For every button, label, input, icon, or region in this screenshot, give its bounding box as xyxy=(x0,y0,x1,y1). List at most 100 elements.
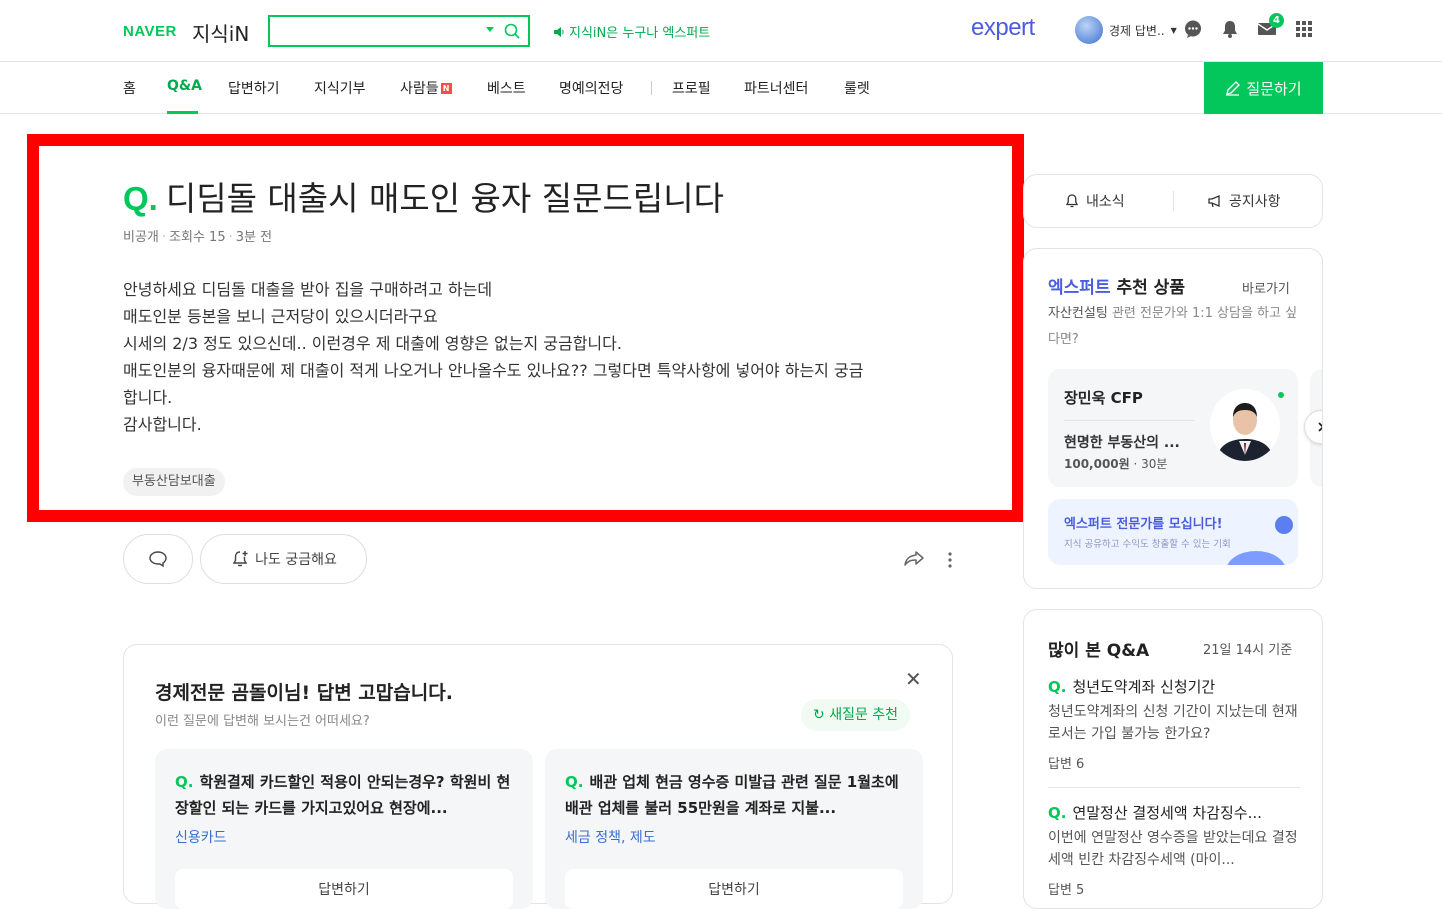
recommend-subtitle: 이런 질문에 답변해 보시는건 어떠세요? xyxy=(155,714,370,729)
online-indicator xyxy=(1278,392,1284,398)
naver-logo[interactable]: NAVER xyxy=(123,23,177,40)
speaker-icon xyxy=(554,26,564,37)
recommend-question: Q. 배관 업체 현금 영수증 미발급 관련 질문 1월초에 배관 업체를 불러 … xyxy=(565,769,905,821)
comment-button[interactable] xyxy=(123,534,193,584)
bell-plus-icon xyxy=(232,551,248,567)
chat-icon[interactable] xyxy=(1183,19,1203,39)
expert-heading-blue: 엑스퍼트 xyxy=(1048,278,1111,298)
ask-question-label: 질문하기 xyxy=(1246,79,1302,98)
expert-product-price: 100,000원 · 30분 xyxy=(1064,457,1168,471)
refresh-recommend-button[interactable]: ↻ 새질문 추천 xyxy=(801,699,911,731)
recommend-question-card[interactable]: Q. 학원결제 카드할인 적용이 안되는경우? 학원비 현장할인 되는 카드를 가… xyxy=(155,749,533,909)
popular-item[interactable]: Q. 연말정산 결정세액 차감징수... 이번에 연말정산 영수증을 받았는데요 … xyxy=(1048,802,1300,898)
refresh-label: 새질문 추천 xyxy=(829,707,899,723)
popular-answer-count: 답변 6 xyxy=(1048,757,1085,772)
popular-question: Q. 청년도약계좌 신청기간 xyxy=(1048,676,1300,697)
notice-label: 공지사항 xyxy=(1229,194,1281,210)
nav-answer[interactable]: 답변하기 xyxy=(228,78,280,98)
comment-icon xyxy=(149,551,167,568)
avatar xyxy=(1075,16,1103,44)
chevron-down-icon: ▼ xyxy=(1170,25,1177,35)
q-mark: Q. xyxy=(565,773,584,791)
answer-button[interactable]: 답변하기 xyxy=(175,869,513,909)
nav-hall-of-fame[interactable]: 명예의전당 xyxy=(559,78,623,98)
expert-desc: 자산컨설팅 관련 전문가와 1:1 상담을 하고 싶다면? xyxy=(1048,301,1300,353)
highlight-box xyxy=(27,134,1024,522)
nav-qna[interactable]: Q&A xyxy=(167,78,202,94)
nav-home[interactable]: 홈 xyxy=(123,78,136,98)
recommend-question-card[interactable]: Q. 배관 업체 현금 영수증 미발급 관련 질문 1월초에 배관 업체를 불러 … xyxy=(545,749,923,909)
popular-desc: 이번에 연말정산 영수증을 받았는데요 결정세액 빈칸 차감징수세액 (마이..… xyxy=(1048,830,1298,868)
expert-heading: 엑스퍼트 추천 상품 xyxy=(1048,273,1185,298)
expert-product-card[interactable]: 장민욱 CFP 현명한 부동산의 ... 100,000원 · 30분 xyxy=(1048,369,1298,487)
notice-button[interactable]: 공지사항 xyxy=(1207,191,1281,211)
toolbar-icons: 4 xyxy=(1183,13,1314,39)
answer-button[interactable]: 답변하기 xyxy=(565,869,903,909)
divider xyxy=(1173,191,1174,211)
divider xyxy=(1048,787,1300,788)
expert-product-title: 현명한 부동산의 ... xyxy=(1064,435,1180,451)
more-icon[interactable] xyxy=(945,550,955,570)
expert-recommend-box: 엑스퍼트 추천 상품 바로가기 자산컨설팅 관련 전문가와 1:1 상담을 하고… xyxy=(1023,248,1323,589)
mail-button[interactable]: 4 xyxy=(1257,13,1284,39)
pencil-icon xyxy=(1226,80,1241,96)
next-button[interactable] xyxy=(1304,410,1322,444)
popular-answer-count: 답변 5 xyxy=(1048,883,1085,898)
mail-count-badge: 4 xyxy=(1269,13,1284,28)
recommend-card: 경제전문 곰돌이님! 답변 고맙습니다. 이런 질문에 답변해 보시는건 어떠세… xyxy=(123,644,953,909)
decorative-ball xyxy=(1275,516,1293,534)
recommend-category[interactable]: 신용카드 xyxy=(175,827,227,847)
recommend-question-text: 학원결제 카드할인 적용이 안되는경우? 학원비 현장할인 되는 카드를 가지고… xyxy=(175,773,511,817)
megaphone-icon xyxy=(1208,195,1220,208)
popular-title: 많이 본 Q&A xyxy=(1048,641,1150,661)
divider xyxy=(1064,420,1194,421)
nav-donate[interactable]: 지식기부 xyxy=(314,78,366,98)
bell-icon xyxy=(1065,194,1079,208)
nav-roulette[interactable]: 룰렛 xyxy=(844,78,870,98)
popular-qna-box: 많이 본 Q&A 21일 14시 기준 Q. 청년도약계좌 신청기간 청년도약계좌… xyxy=(1023,609,1323,909)
main-nav: 홈 Q&A 답변하기 지식기부 사람들 N 베스트 명예의전당 프로필 파트너센터… xyxy=(0,62,1442,114)
nav-best[interactable]: 베스트 xyxy=(487,78,526,98)
q-mark: Q. xyxy=(1048,804,1067,822)
recruit-subtitle: 지식 공유하고 수익도 창출할 수 있는 기회 xyxy=(1064,539,1231,550)
nav-active-indicator xyxy=(167,111,198,114)
curious-label: 나도 궁금해요 xyxy=(255,552,337,568)
notification-box: 내소식 공지사항 xyxy=(1023,174,1323,228)
ask-question-button[interactable]: 질문하기 xyxy=(1204,62,1323,114)
new-badge: N xyxy=(440,83,452,94)
jisikin-logo[interactable]: 지식iN xyxy=(192,18,249,47)
bell-icon[interactable] xyxy=(1220,19,1240,39)
chevron-right-icon xyxy=(1318,422,1322,432)
recommend-category[interactable]: 세금 정책, 제도 xyxy=(565,827,656,847)
close-icon[interactable]: ✕ xyxy=(905,667,922,691)
top-bar: NAVER 지식iN 지식iN은 누구나 엑스퍼트 expert 경제 답변..… xyxy=(0,0,1442,62)
user-profile[interactable]: 경제 답변.. ▼ xyxy=(1075,16,1177,44)
expert-recruit-banner[interactable]: 엑스퍼트 전문가를 모십니다! 지식 공유하고 수익도 창출할 수 있는 기회 xyxy=(1048,499,1298,565)
decorative-arc xyxy=(1226,551,1286,565)
search-icon[interactable] xyxy=(504,23,520,39)
promo-text: 지식iN은 누구나 엑스퍼트 xyxy=(569,26,711,41)
recruit-title: 엑스퍼트 전문가를 모십니다! xyxy=(1064,517,1223,532)
popular-desc: 청년도약계좌의 신청 기간이 지났는데 현재로서는 가입 불가능 한가요? xyxy=(1048,704,1298,742)
expert-logo[interactable]: expert xyxy=(971,14,1035,42)
recommend-title: 경제전문 곰돌이님! 답변 고맙습니다. xyxy=(155,682,453,704)
nav-partner-center[interactable]: 파트너센터 xyxy=(744,78,808,98)
chevron-down-icon[interactable] xyxy=(486,27,494,32)
share-icon[interactable] xyxy=(903,549,925,569)
popular-time: 21일 14시 기준 xyxy=(1203,643,1293,658)
promo-link[interactable]: 지식iN은 누구나 엑스퍼트 xyxy=(553,22,710,41)
nav-people[interactable]: 사람들 N xyxy=(400,78,452,98)
search-input[interactable] xyxy=(268,15,530,47)
curious-button[interactable]: 나도 궁금해요 xyxy=(200,534,367,584)
nav-profile[interactable]: 프로필 xyxy=(672,78,711,98)
user-name: 경제 답변.. xyxy=(1109,23,1165,38)
q-mark: Q. xyxy=(1048,678,1067,696)
popular-question-text: 연말정산 결정세액 차감징수... xyxy=(1072,804,1262,822)
recommend-question-text: 배관 업체 현금 영수증 미발급 관련 질문 1월초에 배관 업체를 불러 55… xyxy=(565,773,899,817)
expert-go-link[interactable]: 바로가기 xyxy=(1242,278,1290,297)
my-news-button[interactable]: 내소식 xyxy=(1064,191,1125,211)
popular-item[interactable]: Q. 청년도약계좌 신청기간 청년도약계좌의 신청 기간이 지났는데 현재로서는 … xyxy=(1048,676,1300,772)
recommend-question: Q. 학원결제 카드할인 적용이 안되는경우? 학원비 현장할인 되는 카드를 가… xyxy=(175,769,515,821)
expert-photo xyxy=(1210,389,1280,461)
apps-grid-icon[interactable] xyxy=(1294,19,1314,39)
